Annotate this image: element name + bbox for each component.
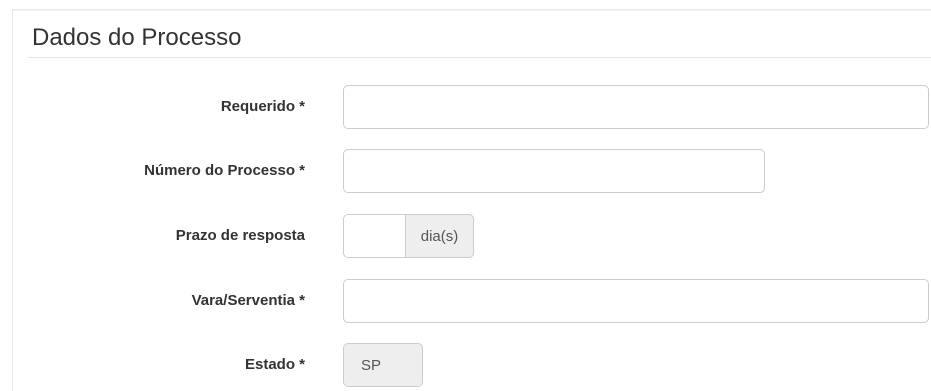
vara-serventia-input[interactable] xyxy=(343,279,929,323)
estado-label: Estado * xyxy=(244,356,305,373)
section-divider xyxy=(28,57,931,58)
requerido-label: Requerido * xyxy=(220,98,305,115)
requerido-input[interactable] xyxy=(343,85,929,129)
estado-value: SP xyxy=(361,356,382,374)
vara-serventia-label: Vara/Serventia * xyxy=(191,292,305,309)
form-panel xyxy=(12,10,931,391)
estado-field: SP xyxy=(343,343,423,387)
prazo-resposta-unit: dia(s) xyxy=(405,214,474,258)
prazo-resposta-input[interactable] xyxy=(343,214,405,258)
prazo-resposta-label: Prazo de resposta xyxy=(175,227,305,244)
numero-processo-input[interactable] xyxy=(343,149,765,193)
numero-processo-label: Número do Processo * xyxy=(144,162,305,179)
section-title: Dados do Processo xyxy=(32,24,242,51)
prazo-resposta-group: dia(s) xyxy=(343,214,474,258)
